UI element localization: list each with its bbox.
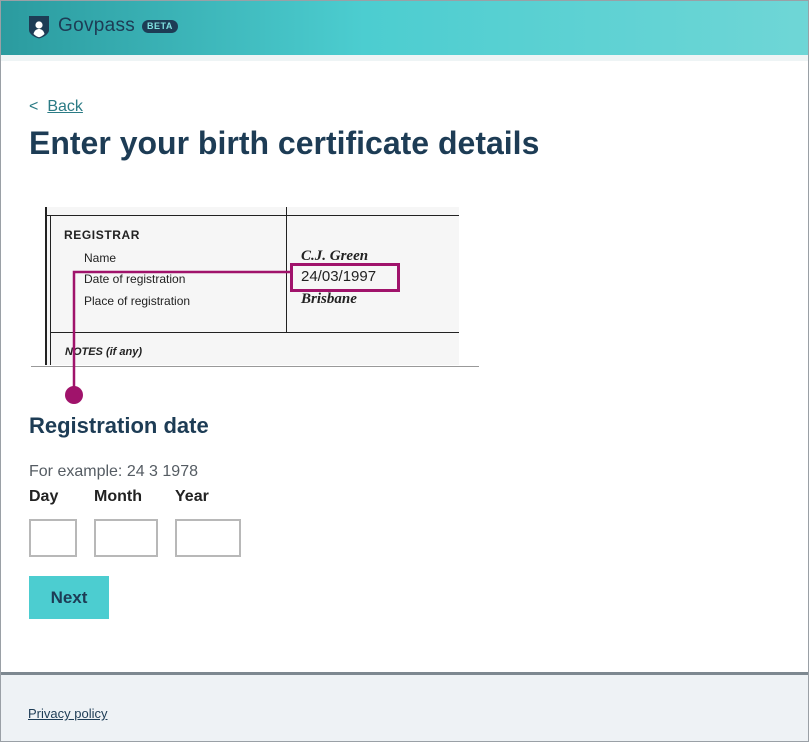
beta-badge: BETA [142, 20, 178, 33]
back-link-label: Back [47, 98, 83, 115]
day-label: Day [29, 488, 59, 505]
date-hint: For example: 24 3 1978 [29, 463, 198, 480]
certificate-rule [286, 207, 287, 332]
pointer-connector [65, 270, 290, 404]
year-input[interactable] [175, 519, 241, 557]
next-button[interactable]: Next [29, 576, 109, 619]
page-title: Enter your birth certificate details [29, 125, 540, 161]
certificate-rule [45, 207, 47, 365]
registration-date-heading: Registration date [29, 413, 209, 438]
certificate-rule [50, 215, 51, 365]
pointer-dot [65, 386, 83, 404]
certificate-date-label: Date of registration [84, 272, 186, 286]
certificate-notes-label: NOTES (if any) [65, 346, 143, 358]
back-link[interactable]: < Back [29, 98, 83, 116]
certificate-rule [31, 366, 479, 367]
month-input[interactable] [94, 519, 158, 557]
day-input[interactable] [29, 519, 77, 557]
certificate-place-value: Brisbane [301, 291, 357, 307]
chevron-left-icon: < [29, 98, 39, 115]
header-strip [1, 55, 808, 61]
certificate-rule [50, 332, 459, 333]
certificate-rule [45, 215, 459, 216]
certificate-illustration: REGISTRAR Name Date of registration Plac… [31, 207, 479, 367]
month-label: Month [94, 488, 142, 505]
privacy-policy-link[interactable]: Privacy policy [28, 706, 107, 721]
site-header: Govpass BETA [1, 1, 808, 55]
brand-name[interactable]: Govpass [58, 15, 135, 37]
certificate-section-label: REGISTRAR [64, 228, 141, 242]
certificate-place-label: Place of registration [84, 294, 191, 308]
site-footer: Privacy policy [1, 672, 808, 741]
shield-icon [29, 16, 49, 39]
date-highlight-box [290, 263, 400, 292]
year-label: Year [175, 488, 209, 505]
certificate-name-label: Name [84, 251, 117, 265]
